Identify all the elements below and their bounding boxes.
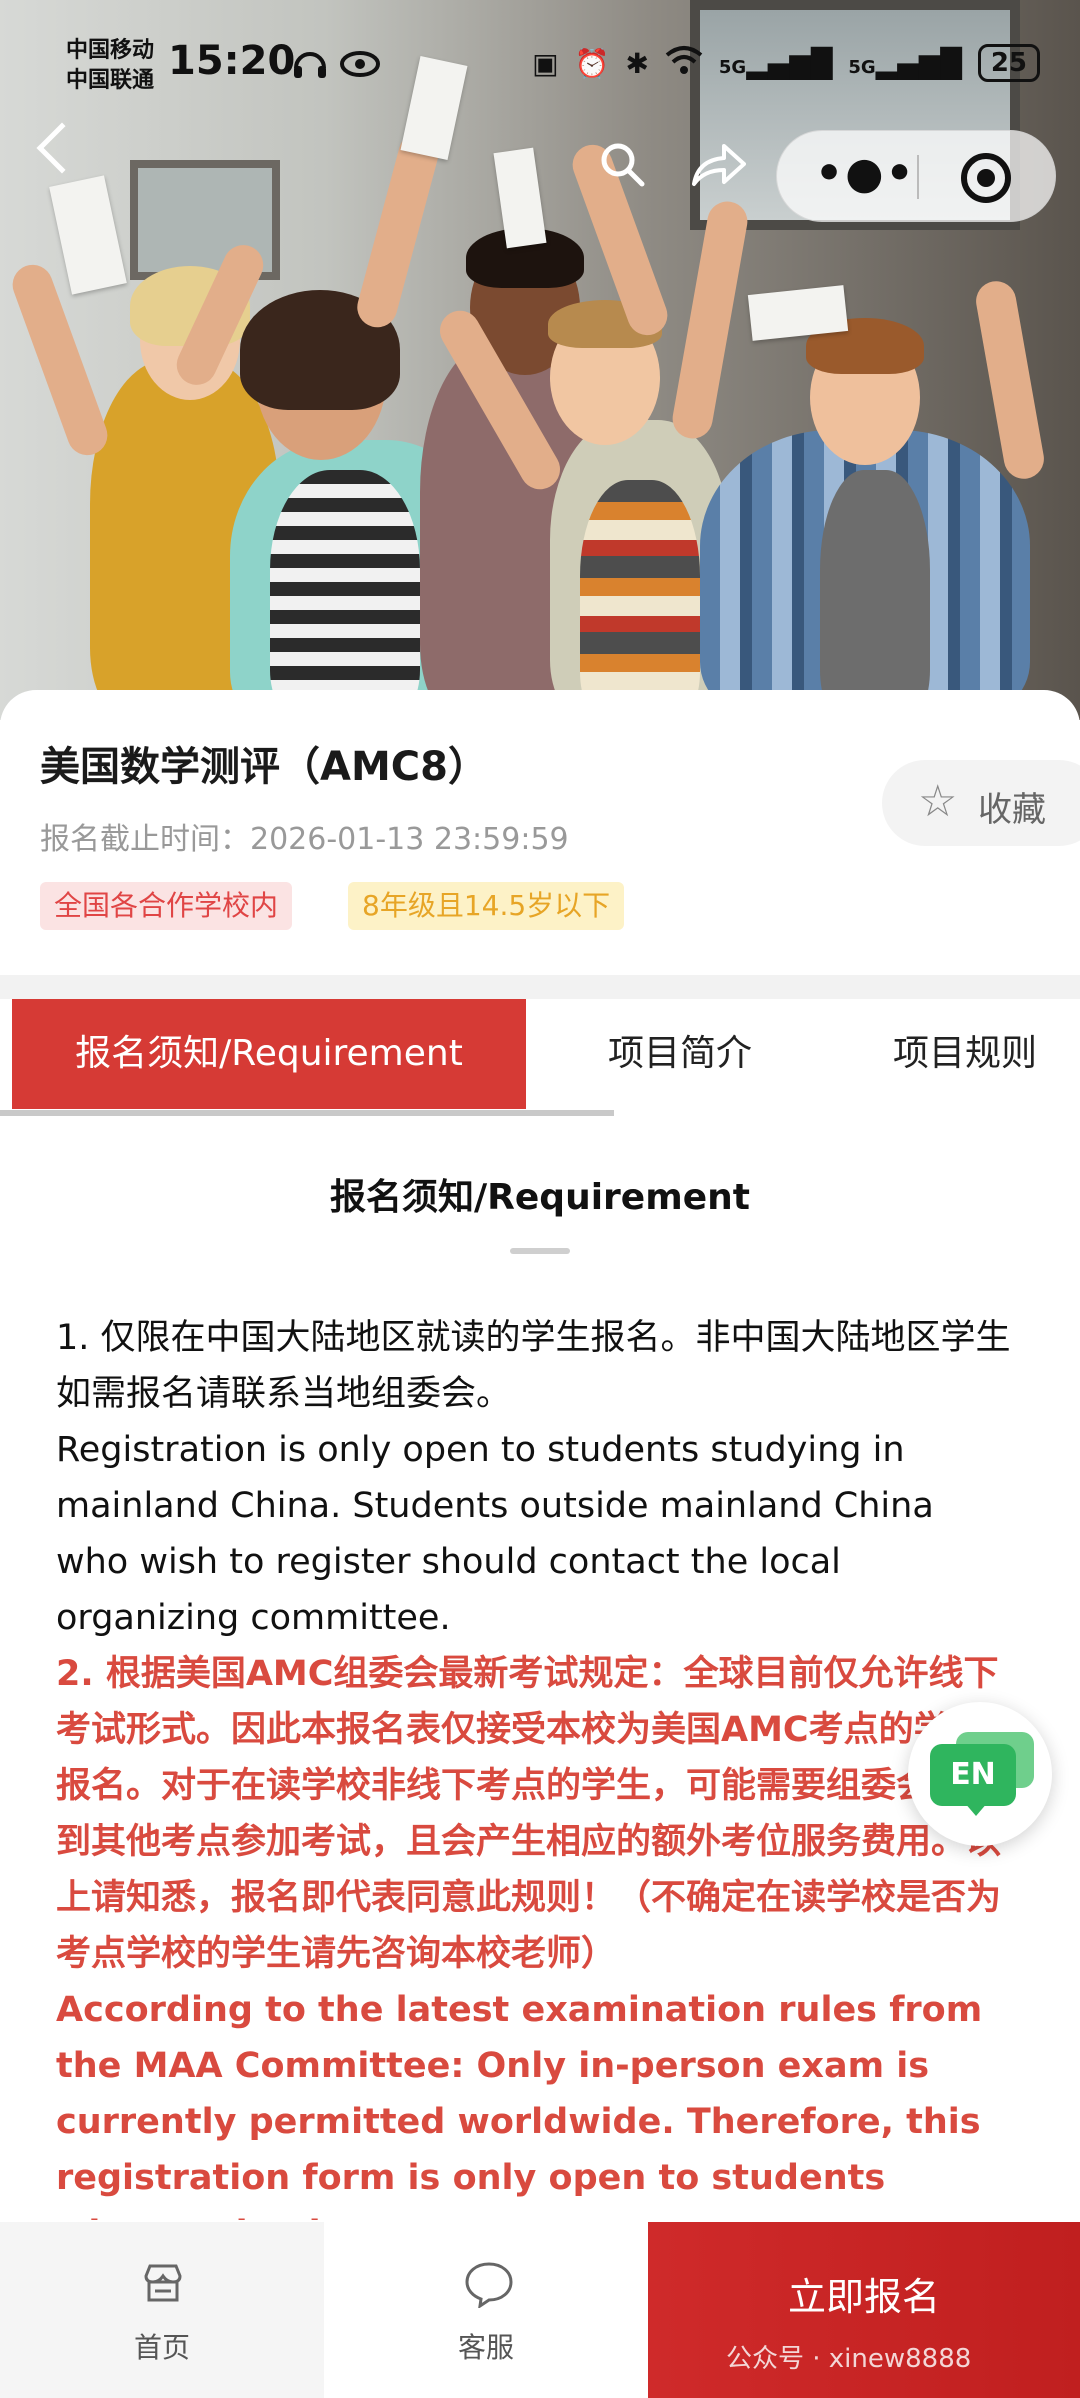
paragraph-2-en: According to the latest examination rule…	[56, 1990, 983, 2220]
registration-deadline: 报名截止时间：2026-01-13 23:59:59	[40, 822, 569, 857]
signal-2-icon: 5G▂▄▆█	[848, 46, 962, 80]
clock: 15:20	[168, 38, 296, 84]
more-menu-icon[interactable]: •●•	[815, 152, 916, 196]
section-title: 报名须知/Requirement	[330, 1177, 750, 1218]
tab-requirement[interactable]: 报名须知/Requirement	[12, 999, 526, 1109]
headphone-eye-icons	[290, 42, 380, 91]
home-label: 首页	[133, 2331, 190, 2364]
favorite-label: 收藏	[978, 790, 1046, 830]
share-icon[interactable]	[690, 140, 746, 188]
tab-bar: 报名须知/Requirement 项目简介 项目规则	[0, 999, 1080, 1111]
tab-rules[interactable]: 项目规则	[860, 999, 1070, 1109]
close-miniprogram-icon[interactable]	[961, 153, 1011, 203]
event-info-card: 美国数学测评（AMC8） 报名截止时间：2026-01-13 23:59:59 …	[0, 690, 1080, 975]
chat-bubble-icon	[464, 2260, 513, 2310]
battery-icon: 25	[977, 44, 1040, 82]
search-icon[interactable]	[598, 140, 646, 188]
favorite-button[interactable]: ☆ 收藏	[882, 760, 1080, 846]
miniprogram-capsule: •●•	[776, 130, 1056, 222]
signal-1-icon: 5G▂▄▆█	[718, 46, 833, 80]
carrier-1: 中国移动	[66, 38, 155, 63]
register-now-label: 立即报名	[787, 2275, 940, 2319]
tag-eligibility: 8年级且14.5岁以下	[348, 882, 625, 930]
paragraph-2-cn: 2. 根据美国AMC组委会最新考试规定：全球目前仅允许线下考试形式。因此本报名表…	[56, 1654, 1002, 1974]
alarm-icon: ⏰	[574, 46, 610, 80]
customer-service-button[interactable]: 客服	[324, 2222, 648, 2398]
paragraph-1-en: Registration is only open to students st…	[56, 1430, 934, 1638]
tag-location: 全国各合作学校内	[40, 882, 293, 930]
star-icon: ☆	[918, 776, 958, 827]
section-title-underline	[510, 1248, 570, 1254]
nfc-icon: ▣	[532, 46, 559, 80]
service-label: 客服	[457, 2331, 514, 2364]
paragraph-1-cn: 1. 仅限在中国大陆地区就读的学生报名。非中国大陆地区学生如需报名请联系当地组委…	[56, 1318, 1011, 1414]
home-icon	[140, 2260, 186, 2306]
event-title: 美国数学测评（AMC8）	[40, 744, 488, 790]
divider	[0, 975, 1080, 999]
en-chat-icon: EN	[930, 1744, 1016, 1806]
carrier-labels: 中国移动 中国联通	[66, 36, 154, 96]
status-bar: 中国移动 中国联通 15:20 ▣ ⏰ ✱ 5G▂▄▆█ 5G▂▄▆█ 25	[0, 0, 1080, 130]
tab-introduction[interactable]: 项目简介	[560, 999, 800, 1109]
wechat-watermark: 公众号 · xinew8888	[726, 2344, 972, 2374]
wifi-icon	[665, 45, 703, 82]
bluetooth-icon: ✱	[625, 46, 649, 80]
requirement-content: 1. 仅限在中国大陆地区就读的学生报名。非中国大陆地区学生如需报名请联系当地组委…	[56, 1310, 1016, 2220]
carrier-2: 中国联通	[66, 68, 155, 93]
tab-scroll-indicator	[0, 1110, 614, 1116]
home-button[interactable]: 首页	[0, 2222, 324, 2398]
system-status-icons: ▣ ⏰ ✱ 5G▂▄▆█ 5G▂▄▆█ 25	[532, 44, 1040, 82]
language-switch-button[interactable]: EN	[908, 1702, 1052, 1846]
